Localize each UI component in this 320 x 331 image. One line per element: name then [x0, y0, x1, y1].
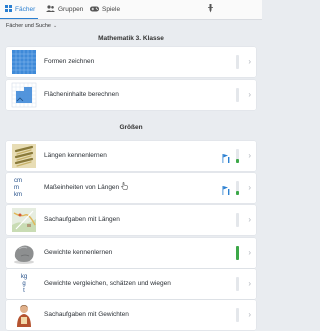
list-item[interactable]: Sachaufgaben mit Längen ›	[6, 205, 256, 235]
chevron-right-icon: ›	[248, 248, 251, 257]
progress-bar	[236, 55, 239, 69]
item-title: Sachaufgaben mit Gewichten	[44, 311, 129, 318]
area-grid-icon	[11, 82, 37, 108]
progress-bar	[236, 277, 239, 291]
unit-label: g	[22, 280, 26, 287]
list-item[interactable]: Gewichte kennenlernen ›	[6, 238, 256, 268]
unit-label: t	[23, 287, 25, 294]
grid-icon	[5, 5, 12, 14]
group-icon	[46, 5, 55, 14]
unit-label: kg	[20, 273, 28, 280]
chevron-right-icon: ›	[248, 57, 251, 66]
person-icon	[11, 302, 37, 328]
section-title: Größen	[119, 124, 143, 131]
item-title: Gewichte vergleichen, schätzen und wiege…	[44, 280, 171, 287]
gamepad-icon	[90, 6, 99, 14]
item-title: Sachaufgaben mit Längen	[44, 216, 120, 223]
list-item[interactable]: kg g t Gewichte vergleichen, schätzen un…	[6, 269, 256, 299]
item-title: Gewichte kennenlernen	[44, 249, 113, 256]
tab-spiele[interactable]: Spiele	[90, 3, 120, 16]
tab-label: Spiele	[102, 6, 121, 13]
bookmark-flag-icon	[222, 182, 231, 195]
chevron-right-icon: ›	[248, 183, 251, 192]
list-item[interactable]: cm m km Maßeinheiten von Längen ›	[6, 173, 256, 203]
chevron-right-icon: ›	[248, 151, 251, 160]
unit-label: cm	[14, 177, 22, 184]
list-item[interactable]: Flächeninhalte berechnen ›	[6, 80, 256, 110]
length-units-icon: cm m km	[11, 175, 37, 201]
ruler-icon	[11, 143, 37, 169]
pencil-tools-icon	[208, 4, 213, 15]
tab-label: Gruppen	[58, 6, 84, 13]
item-title: Maßeinheiten von Längen	[44, 184, 120, 191]
unit-label: km	[14, 191, 22, 198]
progress-bar	[236, 246, 239, 260]
tab-faecher[interactable]: Fächer	[5, 3, 35, 16]
tab-label: Fächer	[15, 6, 36, 13]
chevron-right-icon: ›	[248, 279, 251, 288]
progress-bar	[236, 88, 239, 102]
chevron-down-icon: ⌄	[52, 23, 58, 29]
subject-search-filter[interactable]: Fächer und Suche ⌄	[6, 23, 57, 29]
chevron-right-icon: ›	[248, 310, 251, 319]
weight-units-icon: kg g t	[11, 271, 37, 297]
chevron-right-icon: ›	[248, 90, 251, 99]
bookmark-flag-icon	[222, 150, 231, 163]
shapes-grid-icon	[11, 49, 37, 75]
item-title: Formen zeichnen	[44, 58, 95, 65]
chevron-right-icon: ›	[248, 215, 251, 224]
list-item[interactable]: Formen zeichnen ›	[6, 47, 256, 77]
item-title: Längen kennenlernen	[44, 152, 107, 159]
map-icon	[11, 207, 37, 233]
list-item[interactable]: Sachaufgaben mit Gewichten ›	[6, 300, 256, 330]
tab-gruppen[interactable]: Gruppen	[46, 3, 83, 16]
unit-label: m	[14, 184, 19, 191]
progress-bar	[236, 181, 239, 195]
list-item[interactable]: Längen kennenlernen ›	[6, 141, 256, 171]
progress-bar	[236, 308, 239, 322]
stone-icon	[11, 240, 37, 266]
tools-button[interactable]	[208, 3, 216, 16]
item-title: Flächeninhalte berechnen	[44, 91, 119, 98]
progress-bar	[236, 149, 239, 163]
divider	[0, 19, 262, 20]
filter-label: Fächer und Suche	[6, 23, 51, 29]
page-title: Mathematik 3. Klasse	[98, 35, 164, 42]
progress-bar	[236, 213, 239, 227]
mouse-cursor-icon	[121, 177, 128, 195]
top-tab-bar: Fächer Gruppen Spiele	[0, 0, 262, 20]
